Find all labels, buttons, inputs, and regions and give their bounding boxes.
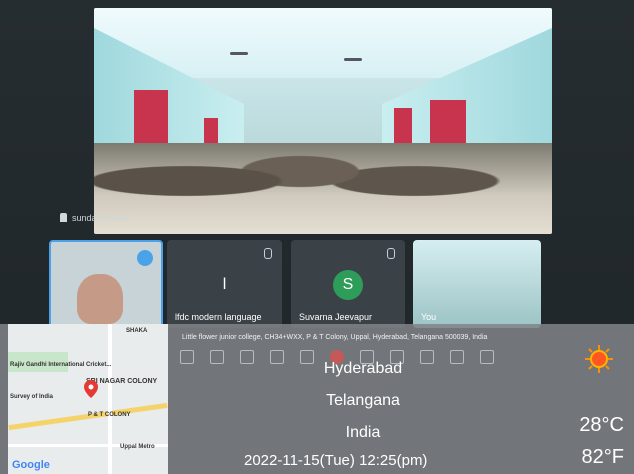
- map-label: P & T COLONY: [88, 412, 131, 418]
- participant-tile-2[interactable]: l lfdc modern language: [167, 240, 282, 328]
- date-time: 2022-11-15(Tue) 12:25(pm): [244, 452, 428, 469]
- main-video-feed: [94, 8, 552, 234]
- self-view-tile[interactable]: You: [413, 240, 541, 328]
- map-label: SHAKA: [126, 328, 148, 334]
- ceiling-fan: [230, 52, 248, 55]
- participant-name: You: [421, 312, 437, 322]
- participant-tile-1[interactable]: [49, 240, 163, 332]
- temperature-fahrenheit: 82°F: [581, 446, 624, 468]
- country-name: India: [345, 424, 381, 441]
- students-crowd: [94, 143, 552, 234]
- city-name: Hyderabad: [323, 360, 403, 377]
- presenter-label: sundar prasad: [60, 213, 130, 223]
- participant-tile-3[interactable]: S Suvarna Jeevapur: [291, 240, 405, 328]
- curtain: [394, 108, 412, 148]
- participant-name: Suvarna Jeevapur: [299, 312, 373, 322]
- temperature-celsius: 28°C: [579, 414, 624, 436]
- address-text: Little flower junior college, CH34+WXX, …: [182, 334, 488, 341]
- mic-off-icon: [264, 248, 272, 259]
- speaking-indicator-icon: [137, 250, 153, 266]
- participant-face: [77, 274, 123, 324]
- pin-icon: [60, 213, 67, 222]
- state-name: Telangana: [326, 392, 400, 409]
- photo-background: sundar prasad l lfdc modern language S S…: [0, 0, 634, 474]
- google-logo: Google: [12, 459, 50, 471]
- participant-avatar: S: [333, 270, 363, 300]
- ceiling-fan: [344, 58, 362, 61]
- map-label: Uppal Metro: [120, 444, 155, 450]
- participant-name: lfdc modern language: [175, 312, 262, 322]
- participant-avatar: l: [222, 276, 227, 293]
- presenter-name: sundar prasad: [72, 213, 130, 223]
- mic-off-icon: [387, 248, 395, 259]
